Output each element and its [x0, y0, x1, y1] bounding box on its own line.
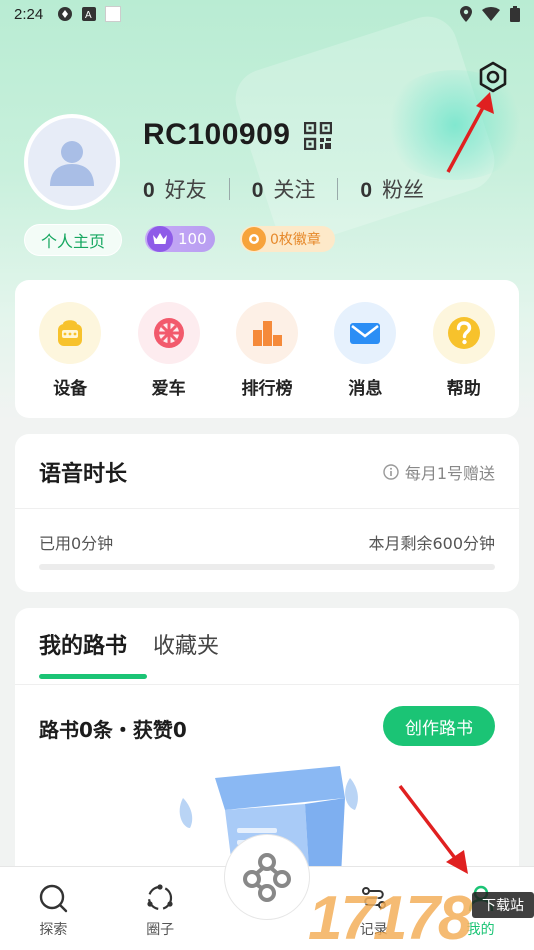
quick-action-label: 帮助 [446, 379, 481, 399]
roadbook-tabs: 我的路书 收藏夹 [39, 628, 219, 660]
quick-action-icon-bg [334, 302, 397, 364]
create-roadbook-button[interactable]: 创作路书 [383, 706, 495, 746]
crown-icon [147, 226, 173, 252]
stat-followers[interactable]: 0 粉丝 [360, 174, 424, 204]
watermark: 17178 下载站 [308, 878, 534, 950]
voice-divider [15, 508, 519, 509]
voice-note-text: 每月1号赠送 [404, 464, 495, 483]
tab-explore[interactable]: 探索 [0, 867, 107, 950]
quick-action-messages[interactable]: 消息 [317, 280, 413, 418]
user-placeholder-icon [50, 141, 94, 186]
level-value: 100 [178, 230, 207, 248]
wifi-icon [482, 7, 500, 21]
following-count: 0 [251, 179, 264, 202]
tab-label: 探索 [39, 922, 68, 938]
sync-icon [58, 7, 73, 21]
quick-action-label: 排行榜 [241, 379, 293, 399]
voice-title: 语音时长 [39, 462, 128, 487]
quick-action-leaderboard[interactable]: 排行榜 [219, 280, 315, 418]
quick-actions-card: 设备 爱车 排行榜 消息 帮助 [15, 280, 519, 418]
molecule-icon [243, 853, 291, 902]
quick-action-label: 消息 [348, 379, 383, 399]
quick-action-car[interactable]: 爱车 [121, 280, 217, 418]
tab-favorites[interactable]: 收藏夹 [153, 628, 219, 660]
status-time: 2:24 [14, 5, 44, 23]
quick-action-label: 设备 [53, 379, 88, 399]
quick-action-label: 爱车 [151, 379, 186, 399]
stats-divider [337, 178, 339, 200]
annotation-arrow-mine-tab [398, 784, 468, 874]
friends-label: 好友 [164, 178, 207, 202]
following-label: 关注 [273, 178, 316, 202]
stats-divider [228, 178, 230, 200]
device-icon [58, 320, 83, 346]
voice-remaining: 本月剩余600分钟 [368, 534, 495, 553]
roadbook-summary: 路书0条・获赞0 [39, 718, 187, 742]
profile-stats: 0 好友 0 关注 0 粉丝 [143, 174, 424, 204]
leaderboard-icon [252, 321, 282, 346]
quick-action-help[interactable]: 帮助 [416, 280, 512, 418]
tab-label: 圈子 [146, 922, 175, 938]
annotation-arrow-settings [446, 92, 494, 173]
stat-friends[interactable]: 0 好友 [143, 174, 207, 204]
medal-count: 0枚徽章 [270, 232, 321, 248]
quick-action-icon-bg [432, 302, 495, 364]
status-bar: 2:24 A [0, 0, 534, 28]
tabs-divider [15, 684, 519, 685]
voice-duration-card: 语音时长 每月1号赠送 已用0分钟 本月剩余600分钟 [15, 434, 519, 592]
personal-homepage-button[interactable]: 个人主页 [24, 224, 122, 256]
center-action-button[interactable] [224, 834, 310, 920]
username: RC100909 [143, 118, 291, 151]
followers-count: 0 [360, 179, 373, 202]
location-icon [460, 6, 472, 22]
app-notification-icon: A [82, 7, 97, 21]
watermark-brand: 下载站 [472, 892, 534, 918]
medal-badge[interactable]: 0枚徽章 [240, 226, 335, 252]
level-badge[interactable]: 100 [145, 226, 215, 252]
quick-action-icon-bg [39, 302, 102, 364]
voice-used: 已用0分钟 [39, 534, 114, 553]
followers-label: 粉丝 [382, 178, 425, 202]
battery-icon [510, 6, 520, 22]
explore-icon [40, 884, 68, 913]
svg-text:A: A [85, 10, 92, 21]
circle-icon [147, 884, 173, 911]
stat-following[interactable]: 0 关注 [252, 174, 316, 204]
mail-icon [350, 323, 381, 344]
info-icon [383, 464, 399, 480]
quick-action-device[interactable]: 设备 [22, 280, 118, 418]
voice-note[interactable]: 每月1号赠送 [383, 460, 495, 484]
qr-code-icon[interactable] [304, 122, 332, 150]
friends-count: 0 [143, 179, 155, 202]
active-tab-indicator [39, 674, 147, 679]
tab-my-roadbooks[interactable]: 我的路书 [39, 628, 127, 660]
wheel-icon [153, 318, 184, 348]
notification-thumbnail-icon [105, 6, 122, 22]
quick-action-icon-bg [235, 302, 298, 364]
quick-action-icon-bg [137, 302, 200, 364]
help-icon [447, 317, 480, 349]
avatar[interactable] [24, 114, 120, 210]
watermark-digits: 17178 [308, 884, 472, 950]
tab-circle[interactable]: 圈子 [107, 867, 214, 950]
voice-progress-bar [39, 564, 495, 570]
medal-icon [242, 227, 266, 251]
